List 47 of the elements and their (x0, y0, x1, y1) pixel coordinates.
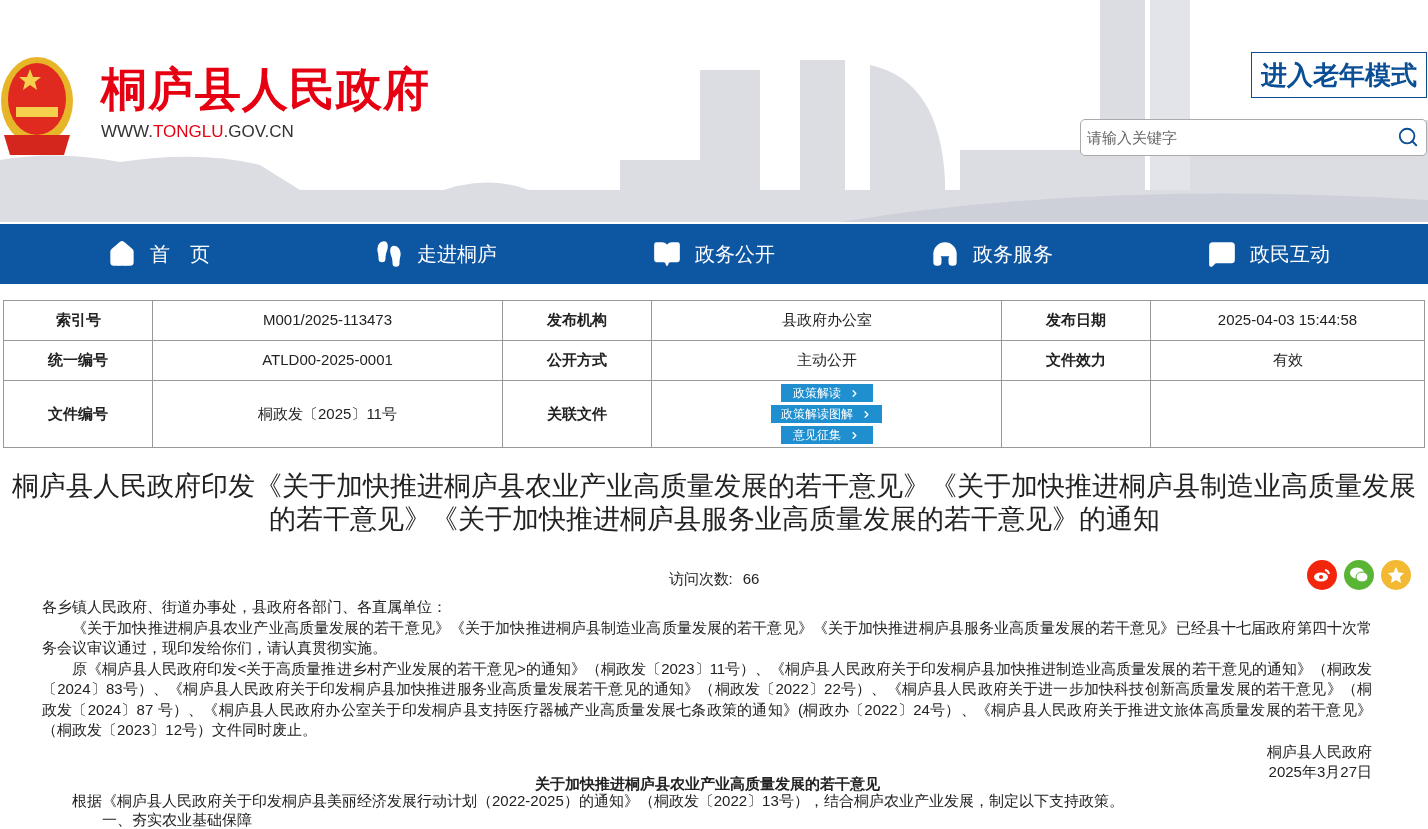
search-icon[interactable] (1397, 126, 1419, 148)
table-cell: 2025-04-03 15:44:58 (1150, 300, 1425, 341)
table-header-cell: 发布日期 (1001, 300, 1151, 341)
table-cell: ATLD00-2025-0001 (152, 340, 503, 381)
related-link[interactable]: 意见征集 (780, 426, 873, 444)
table-cell: 县政府办公室 (651, 300, 1002, 341)
table-cell: 桐政发〔2025〕11号 (152, 380, 503, 448)
table-header-cell: 关联文件 (502, 380, 652, 448)
table-header-cell: 文件效力 (1001, 340, 1151, 381)
nav-item[interactable]: 走进桐庐 (297, 239, 576, 269)
nav-item[interactable]: 首 页 (20, 239, 298, 269)
related-link[interactable]: 政策解读图解 (771, 405, 882, 423)
chevron-icon (861, 408, 872, 420)
document-date: 2025年3月27日 (1267, 762, 1372, 782)
body-paragraph: 原《桐庐县人民政府印发<关于高质量推进乡村产业发展的若干意见>的通知》（桐政发〔2023〕11号）、《桐庐县人民政府关于印发桐庐县加快推进制造业高质量发展的若干意见的通知》（桐政发〔2024〕83号）、《桐庐县人民政府关于印发桐庐县加快推进服务业高质量发展若干意见的通知》（桐政发〔2022〕22号）、《桐庐县人民政府关于进一步加快科技创新高质量发展的若干意见》（桐政发〔2024〕87 号）、《桐庐县人民政府办公室关于印发桐庐县支持医疗器械产业高质量发展七条政策的通知》(桐政办〔2022〕24号）、《桐庐县人民政府关于推进文旅体高质量发展的若干意见》（桐政发〔2023〕12号）文件同时废止。 (42, 658, 1372, 740)
search-field[interactable]: 请输入关键字 (1080, 119, 1427, 156)
site-url: WWW.TONGLU.GOV.CN (101, 121, 295, 143)
related-link[interactable]: 政策解读 (780, 384, 873, 402)
weibo-share-icon[interactable] (1307, 560, 1337, 590)
table-header-cell: 公开方式 (502, 340, 652, 381)
nav-item[interactable]: 政务服务 (852, 239, 1131, 269)
chevron-icon (849, 429, 860, 441)
site-title: 桐庐县人民政府 (101, 61, 430, 117)
home-icon (107, 240, 136, 268)
chevron-icon (849, 387, 860, 399)
elder-mode-button[interactable]: 进入老年模式 (1251, 52, 1427, 98)
table-header-cell: 统一编号 (3, 340, 153, 381)
wechat-share-icon[interactable] (1344, 560, 1374, 590)
feet-icon (375, 240, 404, 268)
nav-item[interactable]: 政务公开 (575, 239, 853, 269)
salutation: 各乡镇人民政府、街道办事处，县政府各部门、各直属单位： (42, 597, 448, 617)
attachment-title: 关于加快推进桐庐县农业产业高质量发展的若干意见 (533, 774, 881, 793)
table-header-cell: 文件编号 (3, 380, 153, 448)
table-cell: 主动公开 (651, 340, 1002, 381)
body-paragraph: 根据《桐庐县人民政府关于印发桐庐县美丽经济发展行动计划（2022-2025）的通知》（桐政发〔2022〕13号），结合桐庐农业产业发展，制定以下支持政策。 (71, 791, 1125, 811)
table-header-cell: 发布机构 (502, 300, 652, 341)
section-heading: 一、夯实农业基础保障 (101, 810, 253, 829)
table-cell: M001/2025-113473 (152, 300, 503, 341)
table-header-cell: 索引号 (3, 300, 153, 341)
body-paragraph: 《关于加快推进桐庐县农业产业高质量发展的若干意见》《关于加快推进桐庐县制造业高质量发展的若干意见》《关于加快推进桐庐县服务业高质量发展的若干意见》已经县十七届政府第四十次常务会议审议通过，现印发给你们，请认真贯彻实施。 (42, 617, 1372, 658)
book-icon (653, 240, 681, 268)
message-icon (1208, 240, 1237, 268)
nav-item[interactable]: 政民互动 (1130, 239, 1408, 269)
signature: 桐庐县人民政府 (1266, 741, 1372, 762)
visit-count: 访问次数: 66 (668, 568, 760, 589)
article-title: 桐庐县人民政府印发《关于加快推进桐庐县农业产业高质量发展的若干意见》《关于加快推进桐庐县制造业高质量发展的若干意见》《关于加快推进桐庐县服务业高质量发展的若干意见》的通知 (11, 470, 1417, 536)
table-cell: 有效 (1150, 340, 1425, 381)
